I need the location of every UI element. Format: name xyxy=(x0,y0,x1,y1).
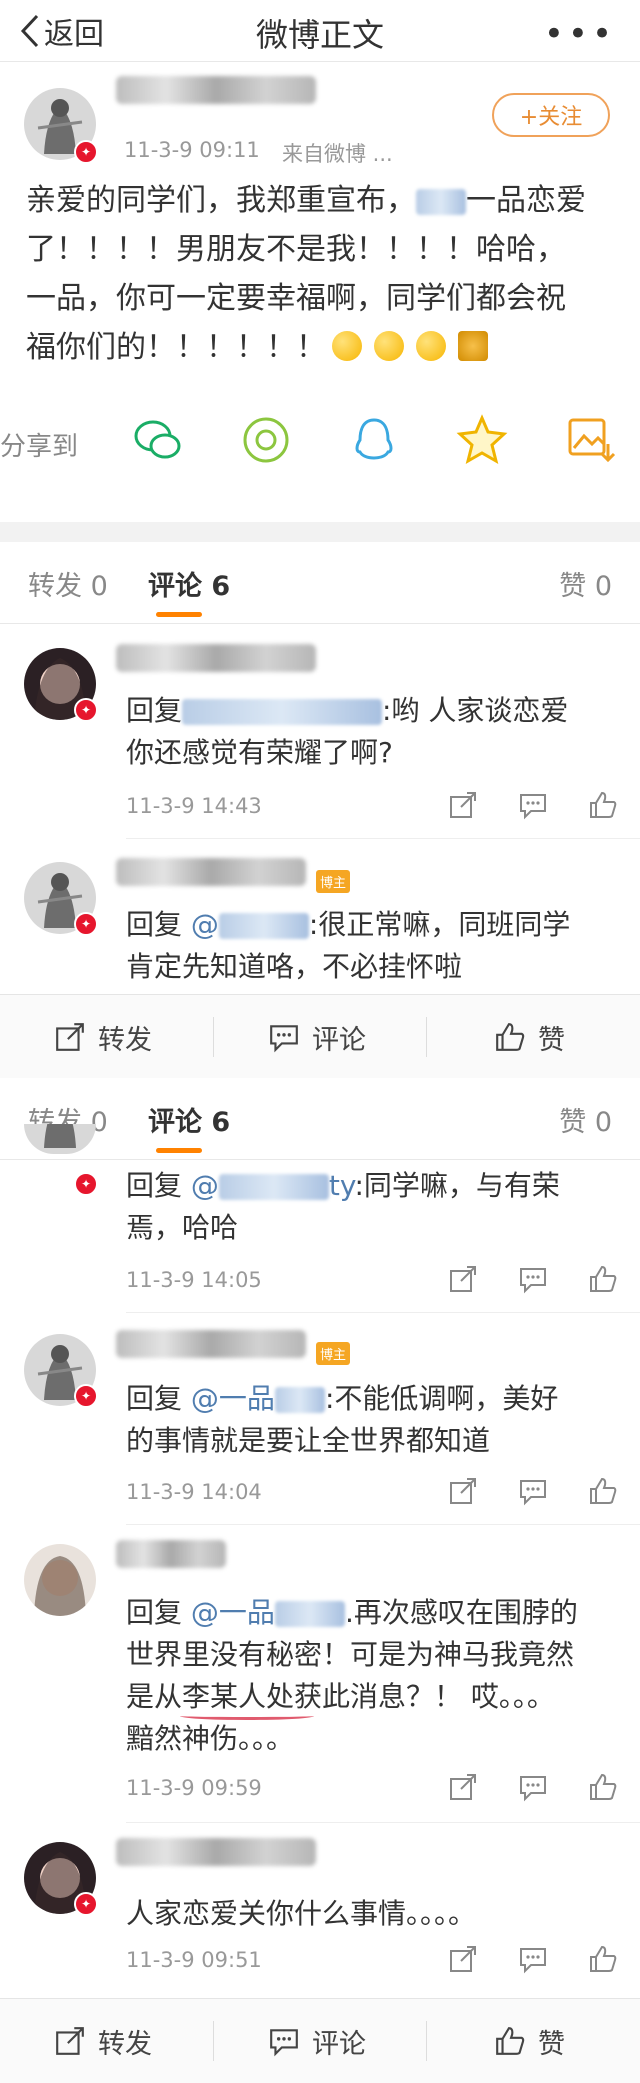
weibo-post-page: 微博正文 返回 ••• ✦ 11-3-9 09:11 来自微博 ... +关注 … xyxy=(0,0,640,2083)
comment-actions xyxy=(448,1772,618,1802)
comment-text: 人家恋爱关你什么事情。。。。 xyxy=(126,1897,477,1930)
tab-like[interactable]: 赞 0 xyxy=(559,1100,612,1139)
section-gap xyxy=(0,522,640,542)
comment-button[interactable]: 评论 xyxy=(268,995,366,1079)
tab-comment[interactable]: 评论 6 xyxy=(148,564,230,603)
verified-badge-icon: ✦ xyxy=(74,698,98,722)
save-image-icon[interactable] xyxy=(564,414,616,466)
commenter-name-redacted[interactable] xyxy=(116,644,316,672)
comment-text: 回复 @一品 .再次感叹在围脖的 世界里没有秘密！可是为神马我竟然 是从李某人处获… xyxy=(126,1596,578,1755)
top-nav-bar: 微博正文 返回 ••• xyxy=(0,0,640,62)
commenter-name-redacted[interactable] xyxy=(116,1330,306,1358)
beer-emoji-icon xyxy=(458,331,488,361)
bottom-action-bar: 转发 评论 赞 xyxy=(0,994,640,1078)
comment-time: 11-3-9 14:04 xyxy=(126,1480,262,1504)
author-name-redacted[interactable] xyxy=(116,76,316,104)
comment-icon[interactable] xyxy=(518,790,548,820)
comment-text: 回复 @ ty:同学嘛，与有荣 焉，哈哈 xyxy=(126,1169,560,1244)
repost-icon[interactable] xyxy=(448,1264,478,1294)
wechat-share-icon[interactable] xyxy=(132,414,184,466)
post-body: 亲爱的同学们，我郑重宣布， 一品恋爱 了！！！！男朋友不是我！！！！哈哈， 一品，… xyxy=(26,183,586,365)
commenter-name-redacted[interactable] xyxy=(116,1540,226,1568)
comment-time: 11-3-9 14:05 xyxy=(126,1268,262,1292)
comment-time: 11-3-9 14:43 xyxy=(126,794,262,818)
like-icon xyxy=(496,1023,525,1051)
like-button[interactable]: 赞 xyxy=(494,1999,565,2083)
repost-icon[interactable] xyxy=(448,1944,478,1974)
comment-icon xyxy=(270,2029,298,2057)
comment-divider xyxy=(126,1312,640,1313)
like-icon xyxy=(496,2027,525,2055)
comment-icon[interactable] xyxy=(518,1772,548,1802)
verified-badge-icon: ✦ xyxy=(74,1892,98,1916)
tab-like[interactable]: 赞 0 xyxy=(559,564,612,603)
grin-emoji-icon xyxy=(332,331,362,361)
like-icon[interactable] xyxy=(588,1476,618,1506)
repost-icon[interactable] xyxy=(448,1476,478,1506)
comment-actions xyxy=(448,1944,618,1974)
moments-share-icon[interactable] xyxy=(240,414,292,466)
repost-button[interactable]: 转发 xyxy=(54,995,152,1079)
active-tab-indicator xyxy=(156,612,202,617)
verified-badge-icon: ✦ xyxy=(74,140,98,164)
repost-icon xyxy=(56,2027,84,2055)
qq-share-icon[interactable] xyxy=(348,414,400,466)
back-label: 返回 xyxy=(44,17,104,52)
comment-tabs: 转发 0 评论 6 赞 0 xyxy=(0,542,640,624)
comment-text: 回复 @:很正常嘛，同班同学 肯定先知道咯，不必挂怀啦 xyxy=(126,908,571,983)
qzone-share-icon[interactable] xyxy=(456,414,508,466)
comment-text: 回复 @一品:不能低调啊，美好 的事情就是要让全世界都知道 xyxy=(126,1382,559,1457)
active-tab-indicator xyxy=(156,1148,202,1153)
comment-button[interactable]: 评论 xyxy=(268,1999,366,2083)
red-underline-annotation xyxy=(180,1712,314,1720)
comment-actions xyxy=(448,790,618,820)
like-icon[interactable] xyxy=(588,1944,618,1974)
blush-emoji-icon xyxy=(374,331,404,361)
verified-badge-icon: ✦ xyxy=(74,912,98,936)
comment-tabs: 转发 0 评论 6 赞 0 xyxy=(0,1078,640,1160)
comment-divider xyxy=(126,1822,640,1823)
comment-time: 11-3-9 09:59 xyxy=(126,1776,262,1800)
comment-icon xyxy=(270,1025,298,1053)
post-time: 11-3-9 09:11 xyxy=(124,138,260,162)
host-tag: 博主 xyxy=(316,1342,351,1365)
shy-emoji-icon xyxy=(416,331,446,361)
follow-button[interactable]: +关注 xyxy=(492,93,610,137)
comment-time: 11-3-9 09:51 xyxy=(126,1948,262,1972)
comment-divider xyxy=(126,838,640,839)
verified-badge-icon: ✦ xyxy=(74,1384,98,1408)
like-icon[interactable] xyxy=(588,1264,618,1294)
back-button[interactable]: 返回 xyxy=(20,10,104,52)
commenter-avatar[interactable] xyxy=(24,1544,96,1616)
commenter-name-redacted[interactable] xyxy=(116,1838,316,1866)
comment-text: 回复:哟 人家谈恋爱 你还感觉有荣耀了啊? xyxy=(126,694,569,769)
comment-icon[interactable] xyxy=(518,1476,548,1506)
bottom-action-bar: 转发 评论 赞 xyxy=(0,1998,640,2083)
more-options-icon[interactable]: ••• xyxy=(544,14,616,54)
comment-icon[interactable] xyxy=(518,1944,548,1974)
repost-icon[interactable] xyxy=(448,790,478,820)
comment-actions xyxy=(448,1264,618,1294)
verified-badge-icon: ✦ xyxy=(74,1172,98,1196)
like-icon[interactable] xyxy=(588,790,618,820)
comment-actions xyxy=(448,1476,618,1506)
comment-icon[interactable] xyxy=(518,1264,548,1294)
like-icon[interactable] xyxy=(588,1772,618,1802)
like-button[interactable]: 赞 xyxy=(494,995,565,1079)
tab-comment[interactable]: 评论 6 xyxy=(148,1100,230,1139)
repost-icon xyxy=(56,1023,84,1051)
host-tag: 博主 xyxy=(316,870,351,893)
repost-button[interactable]: 转发 xyxy=(54,1999,152,2083)
tab-repost[interactable]: 转发 0 xyxy=(28,564,108,603)
repost-icon[interactable] xyxy=(448,1772,478,1802)
post-source: 来自微博 ... xyxy=(282,142,393,166)
share-label: 分享到 xyxy=(0,432,79,462)
back-arrow-icon xyxy=(20,14,39,48)
comment-divider xyxy=(126,1524,640,1525)
commenter-name-redacted[interactable] xyxy=(116,858,306,886)
